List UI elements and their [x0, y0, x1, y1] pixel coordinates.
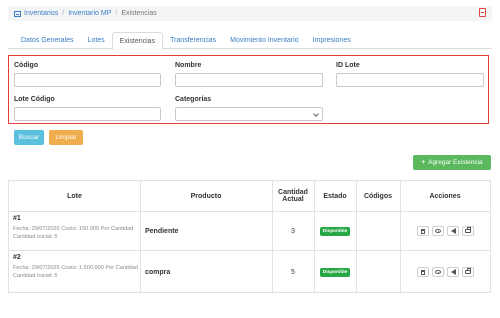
filter-panel: Código Nombre ID Lote Lote Código Catego… — [8, 55, 489, 124]
tab-bar: Datos Generales Lotes Existencias Transf… — [8, 32, 492, 50]
header-cantidad-actual: Cantidad Actual — [278, 189, 308, 203]
producto-cell: compra — [145, 268, 171, 276]
announce-button[interactable] — [447, 267, 459, 277]
header-producto: Producto — [190, 192, 222, 200]
chevron-down-icon — [313, 111, 319, 117]
lote-id: #1 — [13, 215, 21, 222]
tab-transferencias[interactable]: Transferencias — [163, 32, 223, 49]
breadcrumb-inventario-mp[interactable]: Inventario MP — [68, 10, 111, 17]
buscar-button[interactable]: Buscar — [14, 130, 44, 145]
column-divider — [314, 181, 315, 292]
lote-codigo-input[interactable] — [14, 107, 161, 121]
cantidad-cell: 5 — [291, 268, 295, 276]
list-icon — [14, 10, 21, 17]
nombre-label: Nombre — [175, 62, 202, 69]
delete-button[interactable] — [417, 226, 429, 236]
existencias-table: Lote Producto Cantidad Actual Estado Cód… — [8, 180, 491, 293]
announce-button[interactable] — [447, 226, 459, 236]
tab-lotes[interactable]: Lotes — [81, 32, 112, 49]
lote-meta: Fecha: 29/07/2025 Costo: 1.500.000 Por C… — [13, 265, 139, 279]
header-codigos: Códigos — [364, 192, 392, 200]
status-badge: Disponible — [319, 267, 351, 277]
tab-movimiento-inventario[interactable]: Movimiento Inventario — [223, 32, 305, 49]
view-button[interactable] — [432, 267, 444, 277]
header-acciones: Acciones — [429, 192, 461, 200]
lote-codigo-label: Lote Código — [14, 96, 55, 103]
limpiar-button[interactable]: Limpiar — [49, 130, 83, 145]
id-lote-label: ID Lote — [336, 62, 360, 69]
view-button[interactable] — [432, 226, 444, 236]
status-badge: Disponible — [319, 226, 351, 236]
print-icon — [465, 268, 471, 274]
megaphone-icon — [450, 228, 456, 234]
agregar-existencia-label: Agregar Existencia — [428, 159, 483, 166]
print-icon — [465, 227, 471, 233]
breadcrumb-separator: / — [62, 10, 65, 17]
row-actions — [417, 267, 477, 277]
lote-meta: Fecha: 29/07/2025 Costo: 150.000 Por Can… — [13, 226, 134, 240]
column-divider — [272, 181, 273, 292]
codigo-label: Código — [14, 62, 39, 69]
print-button[interactable] — [462, 267, 474, 277]
header-lote: Lote — [67, 192, 82, 200]
breadcrumb: Inventarios / Inventario MP / Existencia… — [8, 6, 492, 21]
trash-icon — [421, 228, 425, 234]
lote-id: #2 — [13, 254, 21, 261]
table-row: #2 Fecha: 29/07/2025 Costo: 1.500.000 Po… — [9, 251, 490, 293]
tab-impresiones[interactable]: Impresiones — [306, 32, 358, 49]
breadcrumb-separator: / — [115, 10, 118, 17]
tab-datos-generales[interactable]: Datos Generales — [14, 32, 81, 49]
breadcrumb-existencias: Existencias — [121, 10, 157, 17]
row-actions — [417, 226, 477, 236]
eye-icon — [435, 229, 441, 233]
column-divider — [356, 181, 357, 292]
producto-cell: Pendiente — [145, 227, 179, 235]
cantidad-cell: 3 — [291, 227, 295, 235]
print-button[interactable] — [462, 226, 474, 236]
estado-cell: Disponible — [314, 251, 356, 293]
nombre-input[interactable] — [175, 73, 323, 87]
agregar-existencia-button[interactable]: + Agregar Existencia — [413, 155, 491, 170]
table-header: Lote Producto Cantidad Actual Estado Cód… — [9, 181, 490, 212]
eye-icon — [435, 270, 441, 274]
codigo-input[interactable] — [14, 73, 161, 87]
column-divider — [140, 181, 141, 292]
tab-existencias[interactable]: Existencias — [111, 32, 164, 50]
delete-button[interactable] — [417, 267, 429, 277]
estado-cell: Disponible — [314, 212, 356, 250]
breadcrumb-inventarios[interactable]: Inventarios — [24, 10, 58, 17]
categorias-select[interactable] — [175, 107, 323, 121]
categorias-label: Categorías — [175, 96, 212, 103]
header-estado: Estado — [323, 192, 347, 200]
trash-icon — [421, 269, 425, 275]
plus-icon: + — [421, 159, 426, 166]
id-lote-input[interactable] — [336, 73, 484, 87]
file-pdf-icon[interactable] — [479, 8, 486, 17]
table-row: #1 Fecha: 29/07/2025 Costo: 150.000 Por … — [9, 212, 490, 251]
column-divider — [400, 181, 401, 292]
megaphone-icon — [450, 269, 456, 275]
